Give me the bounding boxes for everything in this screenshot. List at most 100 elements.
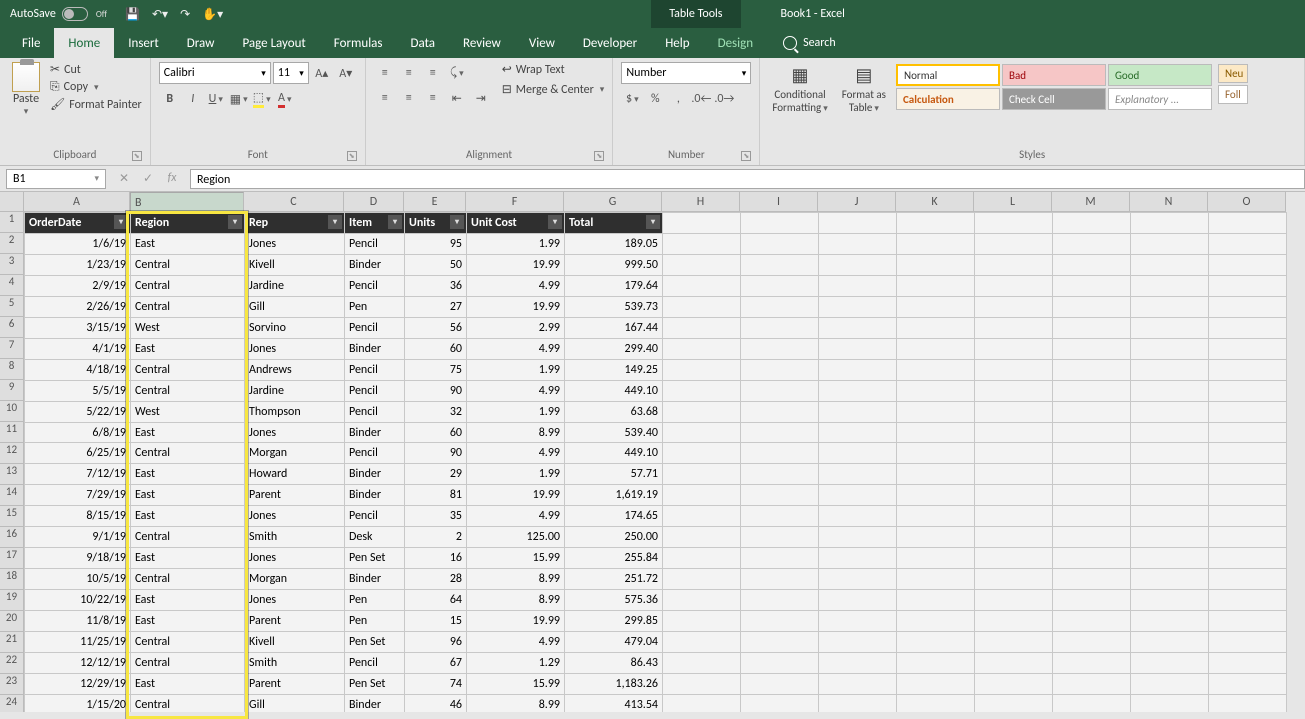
cell[interactable]: [819, 611, 897, 632]
cell[interactable]: 96: [405, 632, 467, 653]
cell[interactable]: 60: [405, 338, 467, 359]
cell[interactable]: [897, 338, 975, 359]
cell[interactable]: 64: [405, 590, 467, 611]
cell[interactable]: [1131, 422, 1209, 443]
cell[interactable]: 1.99: [467, 464, 565, 485]
table-header-item[interactable]: Item▾: [345, 213, 405, 234]
cell[interactable]: 27: [405, 296, 467, 317]
cell[interactable]: [741, 673, 819, 694]
cell[interactable]: East: [131, 464, 245, 485]
row-header[interactable]: 1: [0, 212, 24, 233]
cell[interactable]: Jones: [245, 548, 345, 569]
cell[interactable]: [1053, 401, 1131, 422]
cell[interactable]: [1131, 527, 1209, 548]
underline-button[interactable]: U: [205, 88, 227, 110]
cell[interactable]: [1209, 485, 1287, 506]
cell[interactable]: [897, 464, 975, 485]
row-header[interactable]: 3: [0, 254, 24, 275]
cell[interactable]: [897, 694, 975, 712]
cell[interactable]: Central: [131, 380, 245, 401]
cell[interactable]: 36: [405, 275, 467, 296]
cell[interactable]: [1209, 527, 1287, 548]
cell[interactable]: 8/15/19: [25, 506, 131, 527]
cell[interactable]: [1053, 527, 1131, 548]
cell[interactable]: [819, 401, 897, 422]
cell[interactable]: Sorvino: [245, 317, 345, 338]
cell[interactable]: [975, 275, 1053, 296]
cell[interactable]: [897, 673, 975, 694]
cell[interactable]: [741, 548, 819, 569]
cell[interactable]: 479.04: [565, 632, 663, 653]
cell[interactable]: 74: [405, 673, 467, 694]
row-header[interactable]: 15: [0, 506, 24, 527]
cell[interactable]: [819, 673, 897, 694]
cell[interactable]: Desk: [345, 527, 405, 548]
cell[interactable]: 449.10: [565, 380, 663, 401]
cell[interactable]: Central: [131, 359, 245, 380]
cell[interactable]: [1209, 233, 1287, 254]
align-right-icon[interactable]: ≡: [422, 87, 444, 109]
cell[interactable]: Central: [131, 443, 245, 464]
cell[interactable]: [1131, 443, 1209, 464]
cell[interactable]: Pen: [345, 296, 405, 317]
cell[interactable]: [819, 338, 897, 359]
cell[interactable]: Pencil: [345, 359, 405, 380]
row-header[interactable]: 14: [0, 485, 24, 506]
cell[interactable]: [1131, 590, 1209, 611]
row-header[interactable]: 20: [0, 611, 24, 632]
cell[interactable]: [663, 275, 741, 296]
enter-icon[interactable]: ✓: [136, 171, 160, 186]
table-header-rep[interactable]: Rep▾: [245, 213, 345, 234]
cell[interactable]: Pencil: [345, 653, 405, 674]
fill-color-button[interactable]: ⬚: [251, 88, 273, 110]
cell[interactable]: [663, 359, 741, 380]
cell[interactable]: 251.72: [565, 569, 663, 590]
cell[interactable]: Binder: [345, 254, 405, 275]
cell[interactable]: [975, 632, 1053, 653]
column-header-C[interactable]: C: [244, 192, 344, 212]
cell[interactable]: Morgan: [245, 443, 345, 464]
cell[interactable]: East: [131, 673, 245, 694]
cell[interactable]: [975, 548, 1053, 569]
cell[interactable]: [663, 569, 741, 590]
cell[interactable]: Gill: [245, 296, 345, 317]
cell[interactable]: [663, 673, 741, 694]
row-header[interactable]: 8: [0, 359, 24, 380]
cell[interactable]: 4.99: [467, 380, 565, 401]
cell[interactable]: [1131, 569, 1209, 590]
cell[interactable]: 1,619.19: [565, 485, 663, 506]
cell[interactable]: 8.99: [467, 694, 565, 712]
cell-styles-gallery[interactable]: Normal Bad Good Calculation Check Cell E…: [896, 62, 1212, 110]
cell[interactable]: 11/8/19: [25, 611, 131, 632]
filter-icon[interactable]: ▾: [646, 215, 660, 229]
cell[interactable]: 15: [405, 611, 467, 632]
cell[interactable]: [741, 590, 819, 611]
cell[interactable]: [663, 401, 741, 422]
cell[interactable]: 81: [405, 485, 467, 506]
cell[interactable]: Binder: [345, 485, 405, 506]
cell[interactable]: [897, 590, 975, 611]
cell[interactable]: Pencil: [345, 443, 405, 464]
cell[interactable]: 539.40: [565, 422, 663, 443]
cell[interactable]: [897, 422, 975, 443]
align-top-icon[interactable]: ≡: [374, 62, 396, 84]
cell[interactable]: [975, 296, 1053, 317]
style-bad[interactable]: Bad: [1002, 64, 1106, 86]
copy-button[interactable]: ⎘Copy: [50, 80, 99, 94]
fx-icon[interactable]: fx: [160, 171, 184, 186]
cell[interactable]: [1209, 422, 1287, 443]
decrease-indent-icon[interactable]: ⇤: [446, 87, 468, 109]
cell[interactable]: 4/1/19: [25, 338, 131, 359]
cell[interactable]: [819, 632, 897, 653]
tab-draw[interactable]: Draw: [173, 28, 229, 58]
style-check-cell[interactable]: Check Cell: [1002, 88, 1106, 110]
number-format-select[interactable]: Number▾: [621, 62, 751, 84]
cell[interactable]: Pen: [345, 590, 405, 611]
cell[interactable]: [1053, 548, 1131, 569]
merge-center-button[interactable]: ⊟Merge & Center: [502, 82, 605, 97]
align-middle-icon[interactable]: ≡: [398, 62, 420, 84]
cell[interactable]: [975, 338, 1053, 359]
dialog-launcher-icon[interactable]: ⬊: [132, 151, 142, 161]
row-header[interactable]: 11: [0, 422, 24, 443]
cell[interactable]: 299.40: [565, 338, 663, 359]
